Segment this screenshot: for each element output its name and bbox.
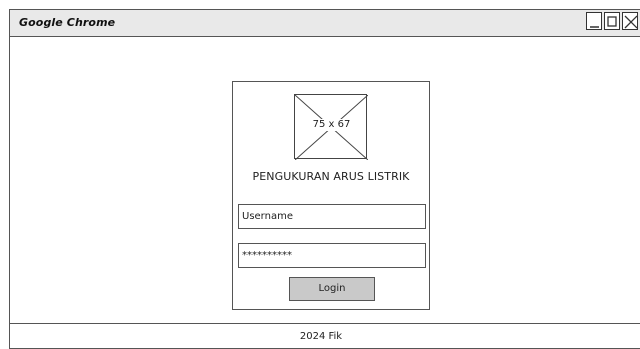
logo-image-placeholder: 75 x 67 [294, 94, 368, 160]
page-content: 75 x 67 PENGUKURAN ARUS LISTRIK Login 20… [10, 37, 640, 348]
maximize-button[interactable] [604, 12, 620, 30]
footer-divider [10, 323, 640, 324]
browser-window: Google Chrome 75 x 67 PENGUKURAN ARUS LI… [9, 9, 640, 349]
close-button[interactable] [622, 12, 638, 30]
minimize-button[interactable] [586, 12, 602, 30]
close-icon [624, 15, 638, 29]
window-title: Google Chrome [19, 16, 116, 29]
username-field[interactable] [238, 204, 426, 229]
logo-dimensions-label: 75 x 67 [308, 119, 355, 131]
app-title: PENGUKURAN ARUS LISTRIK [252, 170, 410, 183]
footer-text: 2024 Fik [299, 331, 343, 342]
maximize-icon [607, 16, 617, 27]
minimize-icon [590, 26, 599, 28]
login-button[interactable]: Login [289, 277, 375, 301]
login-card: 75 x 67 PENGUKURAN ARUS LISTRIK Login [232, 81, 430, 310]
password-field[interactable] [238, 243, 426, 268]
title-bar: Google Chrome [10, 10, 640, 37]
